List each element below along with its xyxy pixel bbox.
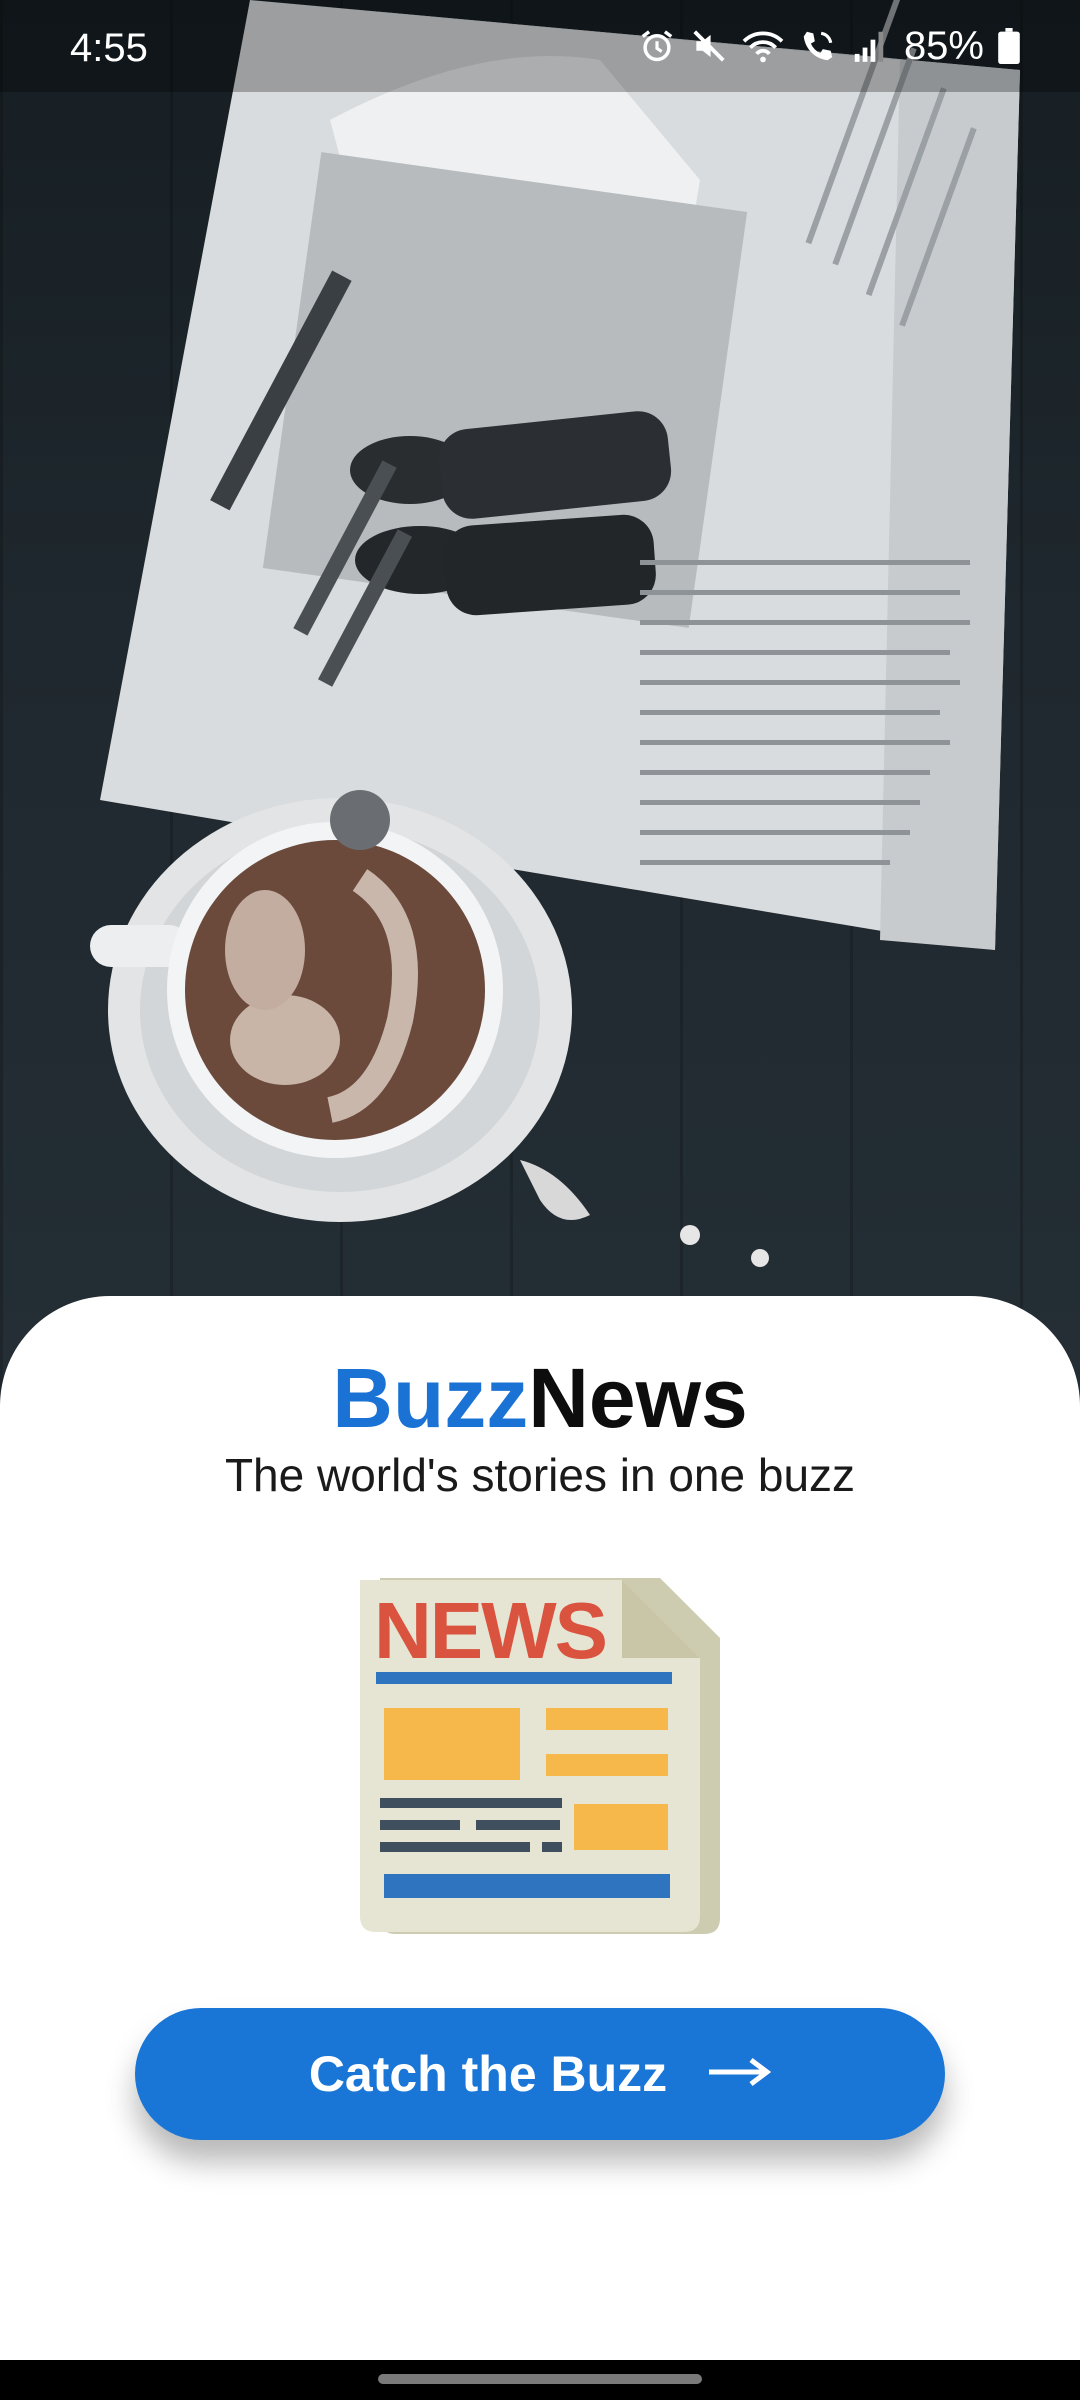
- alarm-icon: [638, 27, 676, 65]
- hero-illustration: [90, 0, 1020, 1267]
- navigation-bar: [0, 2360, 1080, 2400]
- home-gesture-pill[interactable]: [378, 2374, 702, 2384]
- wifi-calling-icon: [798, 27, 838, 65]
- newspaper-icon: NEWS: [360, 1578, 720, 1943]
- signal-icon: [852, 27, 886, 65]
- app-title: BuzzNews: [0, 1350, 1080, 1447]
- app-title-buzz: Buzz: [332, 1351, 529, 1445]
- wifi-icon: [742, 27, 784, 65]
- welcome-sheet: BuzzNews The world's stories in one buzz…: [0, 1296, 1080, 2360]
- battery-percent: 85%: [903, 23, 984, 68]
- status-bar: 4:55 85%: [0, 0, 1080, 92]
- arrow-right-icon: [707, 2052, 772, 2097]
- screen: 4:55 85% BuzzNews The world's stories in…: [0, 0, 1080, 2400]
- status-icons: 85%: [638, 22, 1020, 70]
- catch-the-buzz-button[interactable]: Catch the Buzz: [135, 2008, 945, 2140]
- app-title-news: News: [528, 1351, 748, 1445]
- tagline: The world's stories in one buzz: [224, 1449, 856, 1501]
- newspaper-headline: NEWS: [374, 1586, 606, 1675]
- hero-image: [0, 0, 1080, 1400]
- catch-the-buzz-label: Catch the Buzz: [308, 2046, 668, 2102]
- battery-icon: [998, 28, 1020, 64]
- mute-icon: [690, 27, 728, 65]
- status-time: 4:55: [70, 26, 148, 70]
